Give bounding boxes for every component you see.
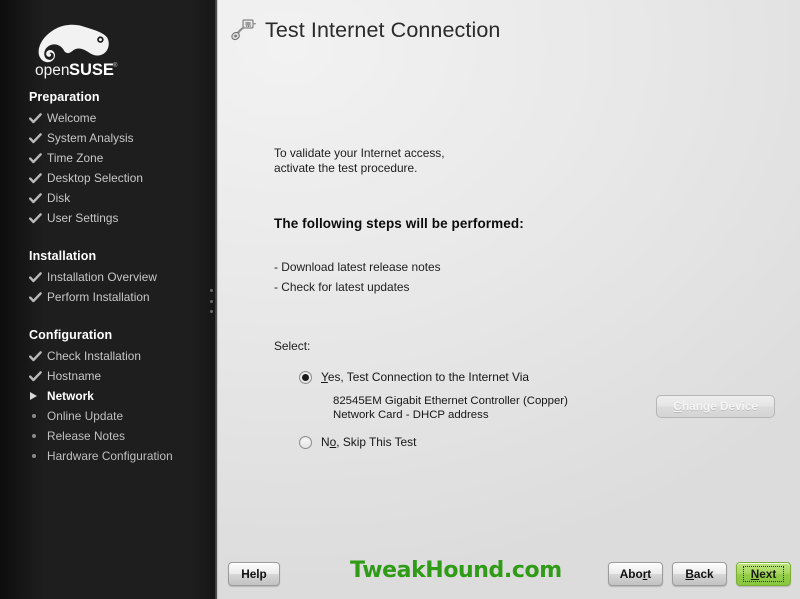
- radio-no-text: , Skip This Test: [336, 435, 417, 449]
- back-button[interactable]: Back: [672, 562, 727, 586]
- sidebar-item-disk[interactable]: Disk: [0, 188, 217, 208]
- main-panel: Test Internet Connection To validate you…: [217, 0, 800, 599]
- abort-suffix: t: [647, 567, 652, 581]
- sidebar-item-perform-installation[interactable]: Perform Installation: [0, 287, 217, 307]
- radio-option-yes[interactable]: Yes, Test Connection to the Internet Via: [274, 370, 800, 384]
- check-icon: [29, 132, 47, 144]
- radio-yes-text: es, Test Connection to the Internet Via: [327, 370, 530, 384]
- sidebar-item-desktop-selection[interactable]: Desktop Selection: [0, 168, 217, 188]
- sidebar-item-label: Desktop Selection: [47, 171, 143, 185]
- svg-text:®: ®: [113, 62, 118, 69]
- sidebar-item-label: Welcome: [47, 111, 97, 125]
- change-device-text: hange Device: [681, 399, 758, 413]
- sidebar-item-label: User Settings: [47, 211, 119, 225]
- sidebar-item-system-analysis[interactable]: System Analysis: [0, 128, 217, 148]
- check-icon: [29, 370, 47, 382]
- abort-button[interactable]: Abort: [608, 562, 663, 586]
- device-line2: Network Card - DHCP address: [333, 408, 489, 421]
- opensuse-logo-icon: open SUSE ®: [35, 24, 118, 79]
- radio-yes-mnemonic: Y: [321, 370, 328, 384]
- svg-text:open: open: [35, 62, 69, 79]
- sidebar-item-time-zone[interactable]: Time Zone: [0, 148, 217, 168]
- installer-window: open SUSE ® Preparation Welcome System A…: [0, 0, 800, 599]
- sidebar-item-label: Online Update: [47, 409, 124, 423]
- device-row: 82545EM Gigabit Ethernet Controller (Cop…: [274, 395, 800, 422]
- check-icon: [29, 350, 47, 362]
- radio-option-no[interactable]: No, Skip This Test: [274, 435, 800, 449]
- radio-no-label: No, Skip This Test: [321, 435, 416, 449]
- steps-list: - Download latest release notes - Check …: [274, 258, 800, 297]
- panel-left-edge: [217, 0, 218, 599]
- svg-text:SUSE: SUSE: [69, 61, 114, 79]
- page-title: Test Internet Connection: [265, 18, 501, 42]
- watermark-text: TweakHound.com: [350, 558, 562, 583]
- check-icon: [29, 192, 47, 204]
- sidebar-section-configuration: Configuration: [29, 328, 113, 342]
- sidebar-section-installation: Installation: [29, 249, 97, 263]
- installer-sidebar: open SUSE ® Preparation Welcome System A…: [0, 0, 217, 599]
- device-description: 82545EM Gigabit Ethernet Controller (Cop…: [333, 395, 568, 422]
- sidebar-item-release-notes[interactable]: Release Notes: [0, 426, 217, 446]
- abort-prefix: Abo: [619, 567, 643, 581]
- intro-text-line2: activate the test procedure.: [274, 161, 418, 175]
- check-icon: [29, 291, 47, 303]
- sidebar-item-label: Installation Overview: [47, 270, 157, 284]
- caret-right-icon: [29, 392, 47, 400]
- select-label: Select:: [274, 339, 311, 353]
- next-button[interactable]: Next: [736, 562, 791, 586]
- radio-yes-indicator[interactable]: [299, 371, 312, 384]
- sidebar-item-label: Time Zone: [47, 151, 104, 165]
- sidebar-section-preparation: Preparation: [29, 90, 100, 104]
- page-heading: Test Internet Connection: [217, 0, 800, 48]
- dot-icon: [29, 434, 47, 438]
- sidebar-item-label: System Analysis: [47, 131, 134, 145]
- check-icon: [29, 172, 47, 184]
- sidebar-item-network[interactable]: Network: [0, 386, 217, 406]
- check-icon: [29, 271, 47, 283]
- sidebar-item-check-installation[interactable]: Check Installation: [0, 346, 217, 366]
- radio-no-indicator[interactable]: [299, 436, 312, 449]
- check-icon: [29, 152, 47, 164]
- radio-yes-label: Yes, Test Connection to the Internet Via: [321, 370, 529, 384]
- sidebar-item-label: Hostname: [47, 369, 102, 383]
- help-button[interactable]: Help: [228, 562, 280, 586]
- step-item: - Check for latest updates: [274, 279, 410, 294]
- device-line1: 82545EM Gigabit Ethernet Controller (Cop…: [333, 395, 568, 407]
- sidebar-item-online-update[interactable]: Online Update: [0, 406, 217, 426]
- check-icon: [29, 212, 47, 224]
- sidebar-splitter-handle[interactable]: [207, 288, 215, 314]
- step-item: - Download latest release notes: [274, 260, 441, 274]
- steps-heading: The following steps will be performed:: [274, 216, 524, 231]
- sidebar-item-label: Check Installation: [47, 349, 142, 363]
- dot-icon: [29, 414, 47, 418]
- sidebar-item-label: Disk: [47, 191, 71, 205]
- sidebar-item-hostname[interactable]: Hostname: [0, 366, 217, 386]
- intro-text-line1: To validate your Internet access,: [274, 146, 445, 160]
- sidebar-item-user-settings[interactable]: User Settings: [0, 208, 217, 228]
- change-device-button[interactable]: Change Device: [656, 395, 775, 418]
- opensuse-logo: open SUSE ®: [0, 0, 217, 79]
- content-area: To validate your Internet access, activa…: [217, 48, 800, 449]
- next-mnemonic: N: [750, 567, 760, 581]
- sidebar-item-label: Release Notes: [47, 429, 126, 443]
- back-text: ack: [693, 567, 714, 581]
- radio-no-prefix: N: [321, 435, 330, 449]
- dot-icon: [29, 454, 47, 458]
- sidebar-item-label: Perform Installation: [47, 290, 150, 304]
- sidebar-item-hardware-configuration[interactable]: Hardware Configuration: [0, 446, 217, 466]
- sidebar-item-welcome[interactable]: Welcome: [0, 108, 217, 128]
- navigation-buttons: Abort Back Next: [608, 562, 791, 586]
- back-mnemonic: B: [685, 567, 694, 581]
- change-device-mnemonic: C: [673, 399, 682, 413]
- network-plug-icon: [231, 19, 256, 40]
- sidebar-item-installation-overview[interactable]: Installation Overview: [0, 267, 217, 287]
- next-text: ext: [759, 567, 777, 581]
- sidebar-item-label: Network: [47, 389, 94, 403]
- footer-bar: Help TweakHound.com Abort Back Next: [217, 551, 800, 599]
- check-icon: [29, 112, 47, 124]
- sidebar-item-label: Hardware Configuration: [47, 449, 173, 463]
